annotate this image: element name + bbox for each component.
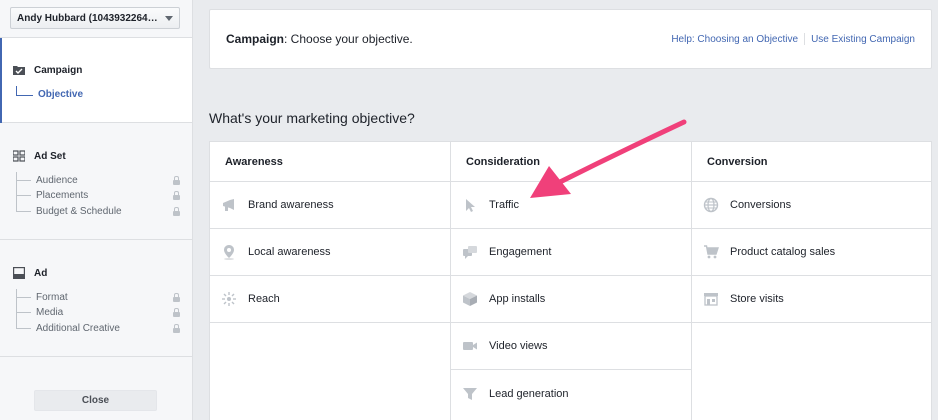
sidebar-item-audience[interactable]: Audience	[16, 173, 186, 187]
sidebar-heading-label: Ad	[34, 267, 48, 279]
page-title: Campaign: Choose your objective.	[226, 32, 413, 46]
objective-video-views[interactable]: Video views	[451, 323, 691, 370]
account-selector[interactable]: Andy Hubbard (1043932264384...	[10, 7, 180, 29]
sidebar-item-label: Budget & Schedule	[36, 205, 122, 217]
objective-label: Store visits	[730, 293, 784, 305]
column-consideration: Consideration Traffic Engagement App ins…	[451, 142, 692, 420]
tree-connector	[16, 311, 31, 313]
objective-label: Lead generation	[489, 387, 569, 400]
objective-app-installs[interactable]: App installs	[451, 276, 691, 323]
chat-bubbles-icon	[461, 243, 479, 261]
header-card: Campaign: Choose your objective. Help: C…	[209, 9, 932, 69]
objective-engagement[interactable]: Engagement	[451, 229, 691, 276]
video-camera-icon	[461, 337, 479, 355]
lock-icon	[173, 207, 180, 216]
objective-product-catalog-sales[interactable]: Product catalog sales	[692, 229, 932, 276]
objective-reach[interactable]: Reach	[210, 276, 450, 323]
objective-label: Video views	[489, 340, 548, 352]
reach-burst-icon	[220, 290, 238, 308]
grid-icon	[13, 150, 25, 162]
sidebar-heading-label: Campaign	[34, 64, 83, 76]
objective-question: What's your marketing objective?	[209, 110, 415, 126]
column-heading: Conversion	[692, 142, 932, 182]
lock-icon	[173, 324, 180, 333]
objective-label: Brand awareness	[248, 199, 334, 211]
objective-lead-generation[interactable]: Lead generation	[451, 370, 691, 417]
objective-label: Reach	[248, 293, 280, 305]
ad-window-icon	[13, 267, 25, 279]
account-name: Andy Hubbard (1043932264384...	[17, 12, 161, 24]
page-title-rest: : Choose your objective.	[284, 32, 413, 46]
column-heading: Consideration	[451, 142, 691, 182]
objective-table: Awareness Brand awareness Local awarenes…	[209, 141, 932, 420]
objective-label: Local awareness	[248, 246, 331, 258]
objective-label: Conversions	[730, 199, 792, 211]
sidebar-item-label: Objective	[38, 89, 84, 100]
sidebar-section-ad: Ad Format Media Additional Creative	[0, 241, 192, 357]
sidebar-item-label: Audience	[36, 174, 78, 186]
sidebar-item-label: Media	[36, 306, 64, 318]
objective-local-awareness[interactable]: Local awareness	[210, 229, 450, 276]
shopping-cart-icon	[702, 243, 720, 261]
sidebar-section-adset: Ad Set Audience Placements Budget & Sche…	[0, 124, 192, 240]
lock-icon	[173, 176, 180, 185]
column-heading: Awareness	[210, 142, 450, 182]
objective-brand-awareness[interactable]: Brand awareness	[210, 182, 450, 229]
objective-label: Traffic	[489, 199, 519, 211]
sidebar-item-label: Additional Creative	[36, 322, 120, 334]
close-button[interactable]: Close	[34, 390, 157, 411]
sidebar-item-budget-schedule[interactable]: Budget & Schedule	[16, 204, 186, 218]
tree-connector	[16, 296, 31, 298]
tree-connector	[16, 179, 31, 181]
sidebar-heading-ad[interactable]: Ad	[13, 267, 47, 279]
column-conversion: Conversion Conversions Product catalog s…	[692, 142, 932, 420]
use-existing-campaign-link[interactable]: Use Existing Campaign	[811, 34, 915, 45]
sidebar-item-label: Placements	[36, 189, 89, 201]
sidebar-heading-adset[interactable]: Ad Set	[13, 150, 66, 162]
objective-conversions[interactable]: Conversions	[692, 182, 932, 229]
globe-icon	[702, 196, 720, 214]
link-divider	[804, 33, 806, 45]
objective-label: Product catalog sales	[730, 246, 836, 258]
help-choosing-objective-link[interactable]: Help: Choosing an Objective	[671, 34, 798, 45]
page-title-bold: Campaign	[226, 32, 285, 46]
chevron-down-icon	[165, 15, 173, 21]
box-icon	[461, 290, 479, 308]
sidebar-heading-campaign[interactable]: Campaign	[13, 64, 82, 76]
active-section-indicator	[0, 38, 2, 123]
sidebar-item-label: Format	[36, 291, 68, 303]
map-pin-icon	[220, 243, 238, 261]
sidebar-item-format[interactable]: Format	[16, 290, 186, 304]
lock-icon	[173, 308, 180, 317]
sidebar-item-placements[interactable]: Placements	[16, 188, 186, 202]
lock-icon	[173, 293, 180, 302]
column-awareness: Awareness Brand awareness Local awarenes…	[210, 142, 451, 420]
objective-label: App installs	[489, 293, 546, 305]
cursor-icon	[461, 196, 479, 214]
sidebar-item-media[interactable]: Media	[16, 305, 186, 319]
sidebar: Andy Hubbard (1043932264384... Campaign …	[0, 0, 193, 420]
tree-connector	[16, 86, 33, 96]
tree-connector	[16, 194, 31, 196]
sidebar-section-campaign: Campaign Objective	[0, 37, 192, 123]
objective-label: Engagement	[489, 246, 552, 258]
funnel-icon	[461, 385, 479, 403]
storefront-icon	[702, 290, 720, 308]
megaphone-icon	[220, 196, 238, 214]
folder-check-icon	[13, 66, 25, 75]
objective-traffic[interactable]: Traffic	[451, 182, 691, 229]
objective-store-visits[interactable]: Store visits	[692, 276, 932, 323]
tree-connector	[16, 210, 31, 212]
lock-icon	[173, 191, 180, 200]
sidebar-item-objective[interactable]: Objective	[16, 86, 83, 100]
header-links: Help: Choosing an Objective Use Existing…	[671, 33, 915, 45]
sidebar-heading-label: Ad Set	[34, 150, 66, 162]
sidebar-item-additional-creative[interactable]: Additional Creative	[16, 321, 186, 335]
tree-connector	[16, 327, 31, 329]
